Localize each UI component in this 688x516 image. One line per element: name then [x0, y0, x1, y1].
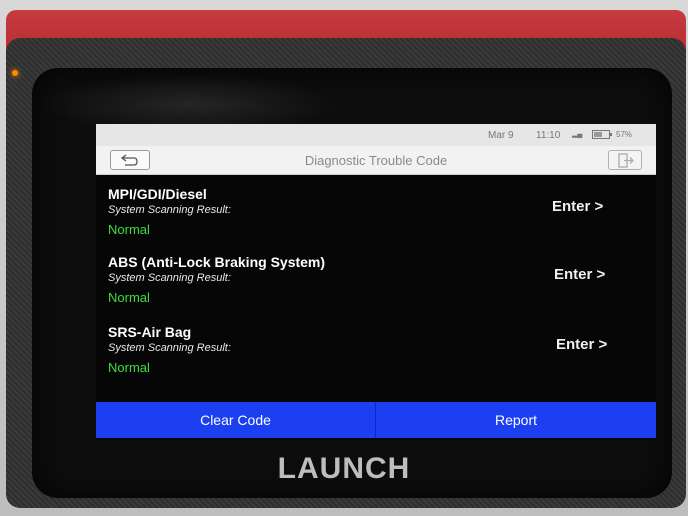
exit-icon — [618, 153, 634, 168]
title-bar: Diagnostic Trouble Code — [96, 146, 656, 175]
brand-logo: LAUNCH — [277, 452, 411, 485]
battery-percent: 57% — [616, 130, 633, 139]
status-date: Mar 9 — [488, 130, 514, 141]
system-name: SRS-Air Bag — [108, 324, 192, 340]
report-button[interactable]: Report — [376, 402, 656, 438]
bottom-action-bar: Clear Code Report — [96, 402, 656, 438]
system-row-mpi: MPI/GDI/Diesel System Scanning Result: N… — [96, 186, 656, 256]
power-led-icon — [12, 70, 18, 76]
enter-button-mpi[interactable]: Enter > — [552, 198, 603, 215]
result-value: Normal — [108, 222, 150, 237]
system-row-srs: SRS-Air Bag System Scanning Result: Norm… — [96, 324, 656, 394]
result-label: System Scanning Result: — [108, 342, 231, 354]
result-label: System Scanning Result: — [108, 272, 231, 284]
system-name: ABS (Anti-Lock Braking System) — [108, 254, 326, 270]
result-value: Normal — [108, 290, 150, 305]
page-title: Diagnostic Trouble Code — [304, 153, 448, 168]
enter-button-abs[interactable]: Enter > — [554, 266, 605, 283]
battery-icon — [592, 130, 612, 139]
enter-button-srs[interactable]: Enter > — [556, 336, 607, 353]
battery-fill — [594, 132, 602, 137]
system-name: MPI/GDI/Diesel — [108, 186, 207, 202]
exit-button[interactable] — [608, 150, 642, 170]
status-time: 11:10 — [536, 130, 561, 141]
status-bar: Mar 9 11:10 ▂▄ 57% — [96, 124, 656, 146]
result-value: Normal — [108, 360, 150, 375]
result-label: System Scanning Result: — [108, 204, 231, 216]
app-screen: Mar 9 11:10 ▂▄ 57% Diagnostic Trouble Co… — [96, 124, 656, 440]
system-row-abs: ABS (Anti-Lock Braking System) System Sc… — [96, 254, 656, 324]
signal-icon: ▂▄ — [572, 131, 583, 138]
clear-code-button[interactable]: Clear Code — [96, 402, 376, 438]
